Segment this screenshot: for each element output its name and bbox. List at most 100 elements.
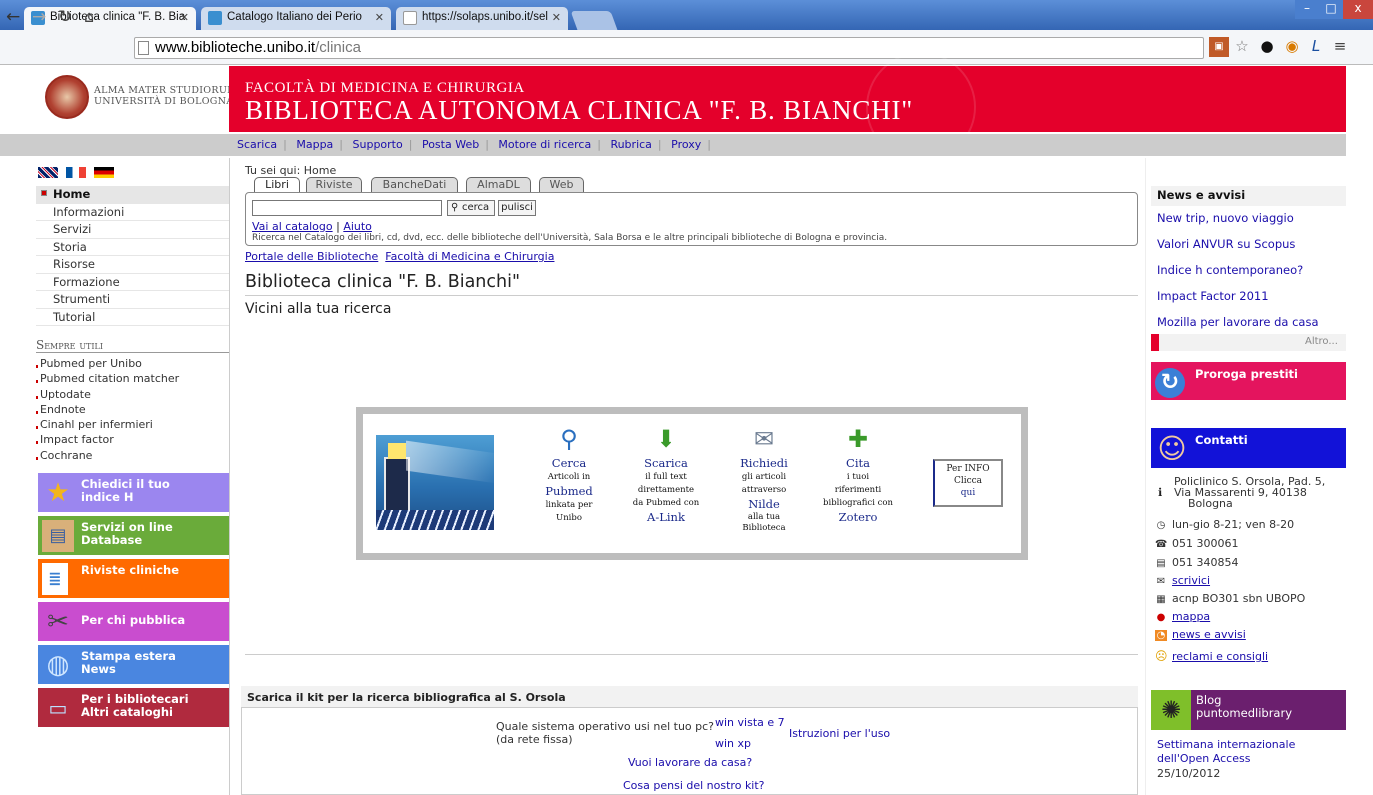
box-stampa-estera[interactable]: ◍ Stampa estera News [38,645,229,684]
contatti-box[interactable]: ☺ Contatti [1151,428,1346,468]
close-tab-icon[interactable]: ✕ [552,11,561,24]
minimize-button[interactable]: – [1295,0,1319,19]
useful-link-impact-factor[interactable]: Impact factor [40,433,114,446]
german-flag-icon[interactable] [94,167,114,178]
search-button[interactable]: ⚲ cerca [447,200,495,216]
nav-item-home[interactable]: Home [36,186,229,204]
useful-link-pubmed[interactable]: Pubmed per Unibo [40,357,142,370]
blog-box[interactable]: ✺ Blog puntomedlibrary [1151,690,1346,730]
banner-richiedi[interactable]: ✉ Richiedi gli articoli attraverso Nilde… [719,422,809,534]
banner-cita[interactable]: ✚ Cita i tuoi riferimenti bibliografici … [813,422,903,525]
banner-cerca[interactable]: ⚲ Cerca Articoli in Pubmed linkata per U… [524,422,614,525]
toplink-supporto[interactable]: Supporto [353,138,403,151]
extension-icon[interactable]: ▣ [1209,37,1229,57]
win-vista-link[interactable]: win vista e 7 [715,716,785,729]
news-item[interactable]: New trip, nuovo viaggio [1157,211,1294,225]
toplink-proxy[interactable]: Proxy [671,138,701,151]
close-window-button[interactable]: x [1343,0,1373,19]
new-tab-button[interactable] [570,11,618,30]
page-favicon-icon [403,11,417,25]
forward-arrow-icon[interactable]: → [32,7,46,27]
useful-link-endnote[interactable]: Endnote [40,403,86,416]
blog-post-link[interactable]: Settimana internazionale dell'Open Access [1157,738,1295,766]
university-seal-icon[interactable] [45,75,89,119]
useful-link[interactable]: Pubmed per Unibo [36,356,229,371]
istruzioni-link[interactable]: Istruzioni per l'uso [789,727,890,740]
nav-item-formazione[interactable]: Formazione [36,274,229,291]
close-tab-icon[interactable]: ✕ [375,11,384,24]
menu-icon[interactable]: ≡ [1330,37,1350,57]
cosa-pensi-link[interactable]: Cosa pensi del nostro kit? [623,779,765,792]
win-xp-link[interactable]: win xp [715,737,751,750]
box-indice-h[interactable]: ★ Chiedici il tuo indice H [38,473,229,512]
close-tab-icon[interactable]: ✕ [180,11,189,24]
box-servizi-online[interactable]: ▤ Servizi on line Database [38,516,229,555]
extension-circle-icon[interactable]: ● [1257,37,1277,57]
toplink-rubrica[interactable]: Rubrica [610,138,651,151]
news-item[interactable]: Mozilla per lavorare da casa [1157,315,1319,329]
extension-l-icon[interactable]: L [1306,37,1326,57]
nav-item-strumenti[interactable]: Strumenti [36,291,229,309]
nav-item-tutorial[interactable]: Tutorial [36,309,229,326]
catalog-search-input[interactable] [252,200,442,216]
useful-link[interactable]: Uptodate [36,387,229,402]
news-item[interactable]: Valori ANVUR su Scopus [1157,237,1295,251]
news-item[interactable]: Indice h contemporaneo? [1157,263,1303,277]
news-avvisi-link[interactable]: news e avvisi [1172,628,1246,641]
french-flag-icon[interactable] [66,167,86,178]
useful-link[interactable]: Pubmed citation matcher [36,371,229,386]
box-bibliotecari[interactable]: ▭ Per i bibliotecari Altri cataloghi [38,688,229,727]
search-tab-libri[interactable]: Libri [254,177,300,193]
news-item[interactable]: Impact Factor 2011 [1157,289,1269,303]
banner-label: Unibo [556,513,582,523]
search-tab-riviste[interactable]: Riviste [306,177,362,192]
mappa-link[interactable]: mappa [1172,610,1210,623]
toplink-posta-web[interactable]: Posta Web [422,138,479,151]
useful-link[interactable]: Impact factor [36,432,229,447]
useful-link-cochrane[interactable]: Cochrane [40,449,92,462]
lighthouse-image[interactable] [376,435,494,530]
useful-link-cinahl[interactable]: Cinahl per infermieri [40,418,153,431]
facolta-medicina-link[interactable]: Facoltà di Medicina e Chirurgia [385,250,554,263]
extension-coin-icon[interactable]: ◉ [1282,37,1302,57]
address-bar[interactable]: www.biblioteche.unibo.it/clinica [134,37,1204,59]
bookmark-star-icon[interactable]: ☆ [1232,37,1252,57]
maximize-button[interactable]: □ [1319,0,1343,19]
browser-tab-active[interactable]: Biblioteca clinica "F. B. Bia ✕ [24,7,196,30]
back-arrow-icon[interactable]: ← [6,7,20,27]
altro-link[interactable]: Altro... [1305,336,1338,347]
nav-item-servizi[interactable]: Servizi [36,221,229,239]
box-riviste-cliniche[interactable]: ≣ Riviste cliniche [38,559,229,598]
proroga-prestiti-box[interactable]: ↻ Proroga prestiti [1151,362,1346,400]
home-icon[interactable]: ⌂ [84,7,94,26]
search-tab-almadl[interactable]: AlmaDL [466,177,531,192]
aiuto-link[interactable]: Aiuto [343,220,372,233]
nav-item-informazioni[interactable]: Informazioni [36,204,229,221]
scrivici-link[interactable]: scrivici [1172,574,1210,587]
useful-link[interactable]: Endnote [36,402,229,417]
useful-link[interactable]: Cochrane [36,448,229,463]
banner-scarica[interactable]: ⬇ Scarica il full text direttamente da P… [621,422,711,525]
search-tab-banchedati[interactable]: BancheDati [371,177,458,192]
useful-link-citation-matcher[interactable]: Pubmed citation matcher [40,372,179,385]
nav-item-storia[interactable]: Storia [36,239,229,256]
search-tab-web[interactable]: Web [539,177,584,192]
useful-link[interactable]: Cinahl per infermieri [36,417,229,432]
reclami-link[interactable]: reclami e consigli [1172,650,1268,663]
university-name[interactable]: ALMA MATER STUDIORUM UNIVERSITÀ DI BOLOG… [94,85,237,107]
toplink-scarica[interactable]: Scarica [237,138,277,151]
box-per-chi-pubblica[interactable]: ✂ Per chi pubblica [38,602,229,641]
english-flag-icon[interactable] [38,167,58,178]
vuoi-lavorare-casa-link[interactable]: Vuoi lavorare da casa? [628,756,752,769]
portale-biblioteche-link[interactable]: Portale delle Biblioteche [245,250,378,263]
reload-icon[interactable]: ↻ [58,7,72,27]
browser-tab[interactable]: https://solaps.unibo.it/sel ✕ [396,7,568,30]
vai-al-catalogo-link[interactable]: Vai al catalogo [252,220,333,233]
nav-item-risorse[interactable]: Risorse [36,256,229,274]
toplink-motore-ricerca[interactable]: Motore di ricerca [498,138,591,151]
browser-tab[interactable]: Catalogo Italiano dei Perio ✕ [201,7,391,30]
clear-button[interactable]: pulisci [498,200,536,216]
useful-link-uptodate[interactable]: Uptodate [40,388,91,401]
per-info-button[interactable]: Per INFO Clicca qui [933,459,1003,507]
toplink-mappa[interactable]: Mappa [296,138,333,151]
